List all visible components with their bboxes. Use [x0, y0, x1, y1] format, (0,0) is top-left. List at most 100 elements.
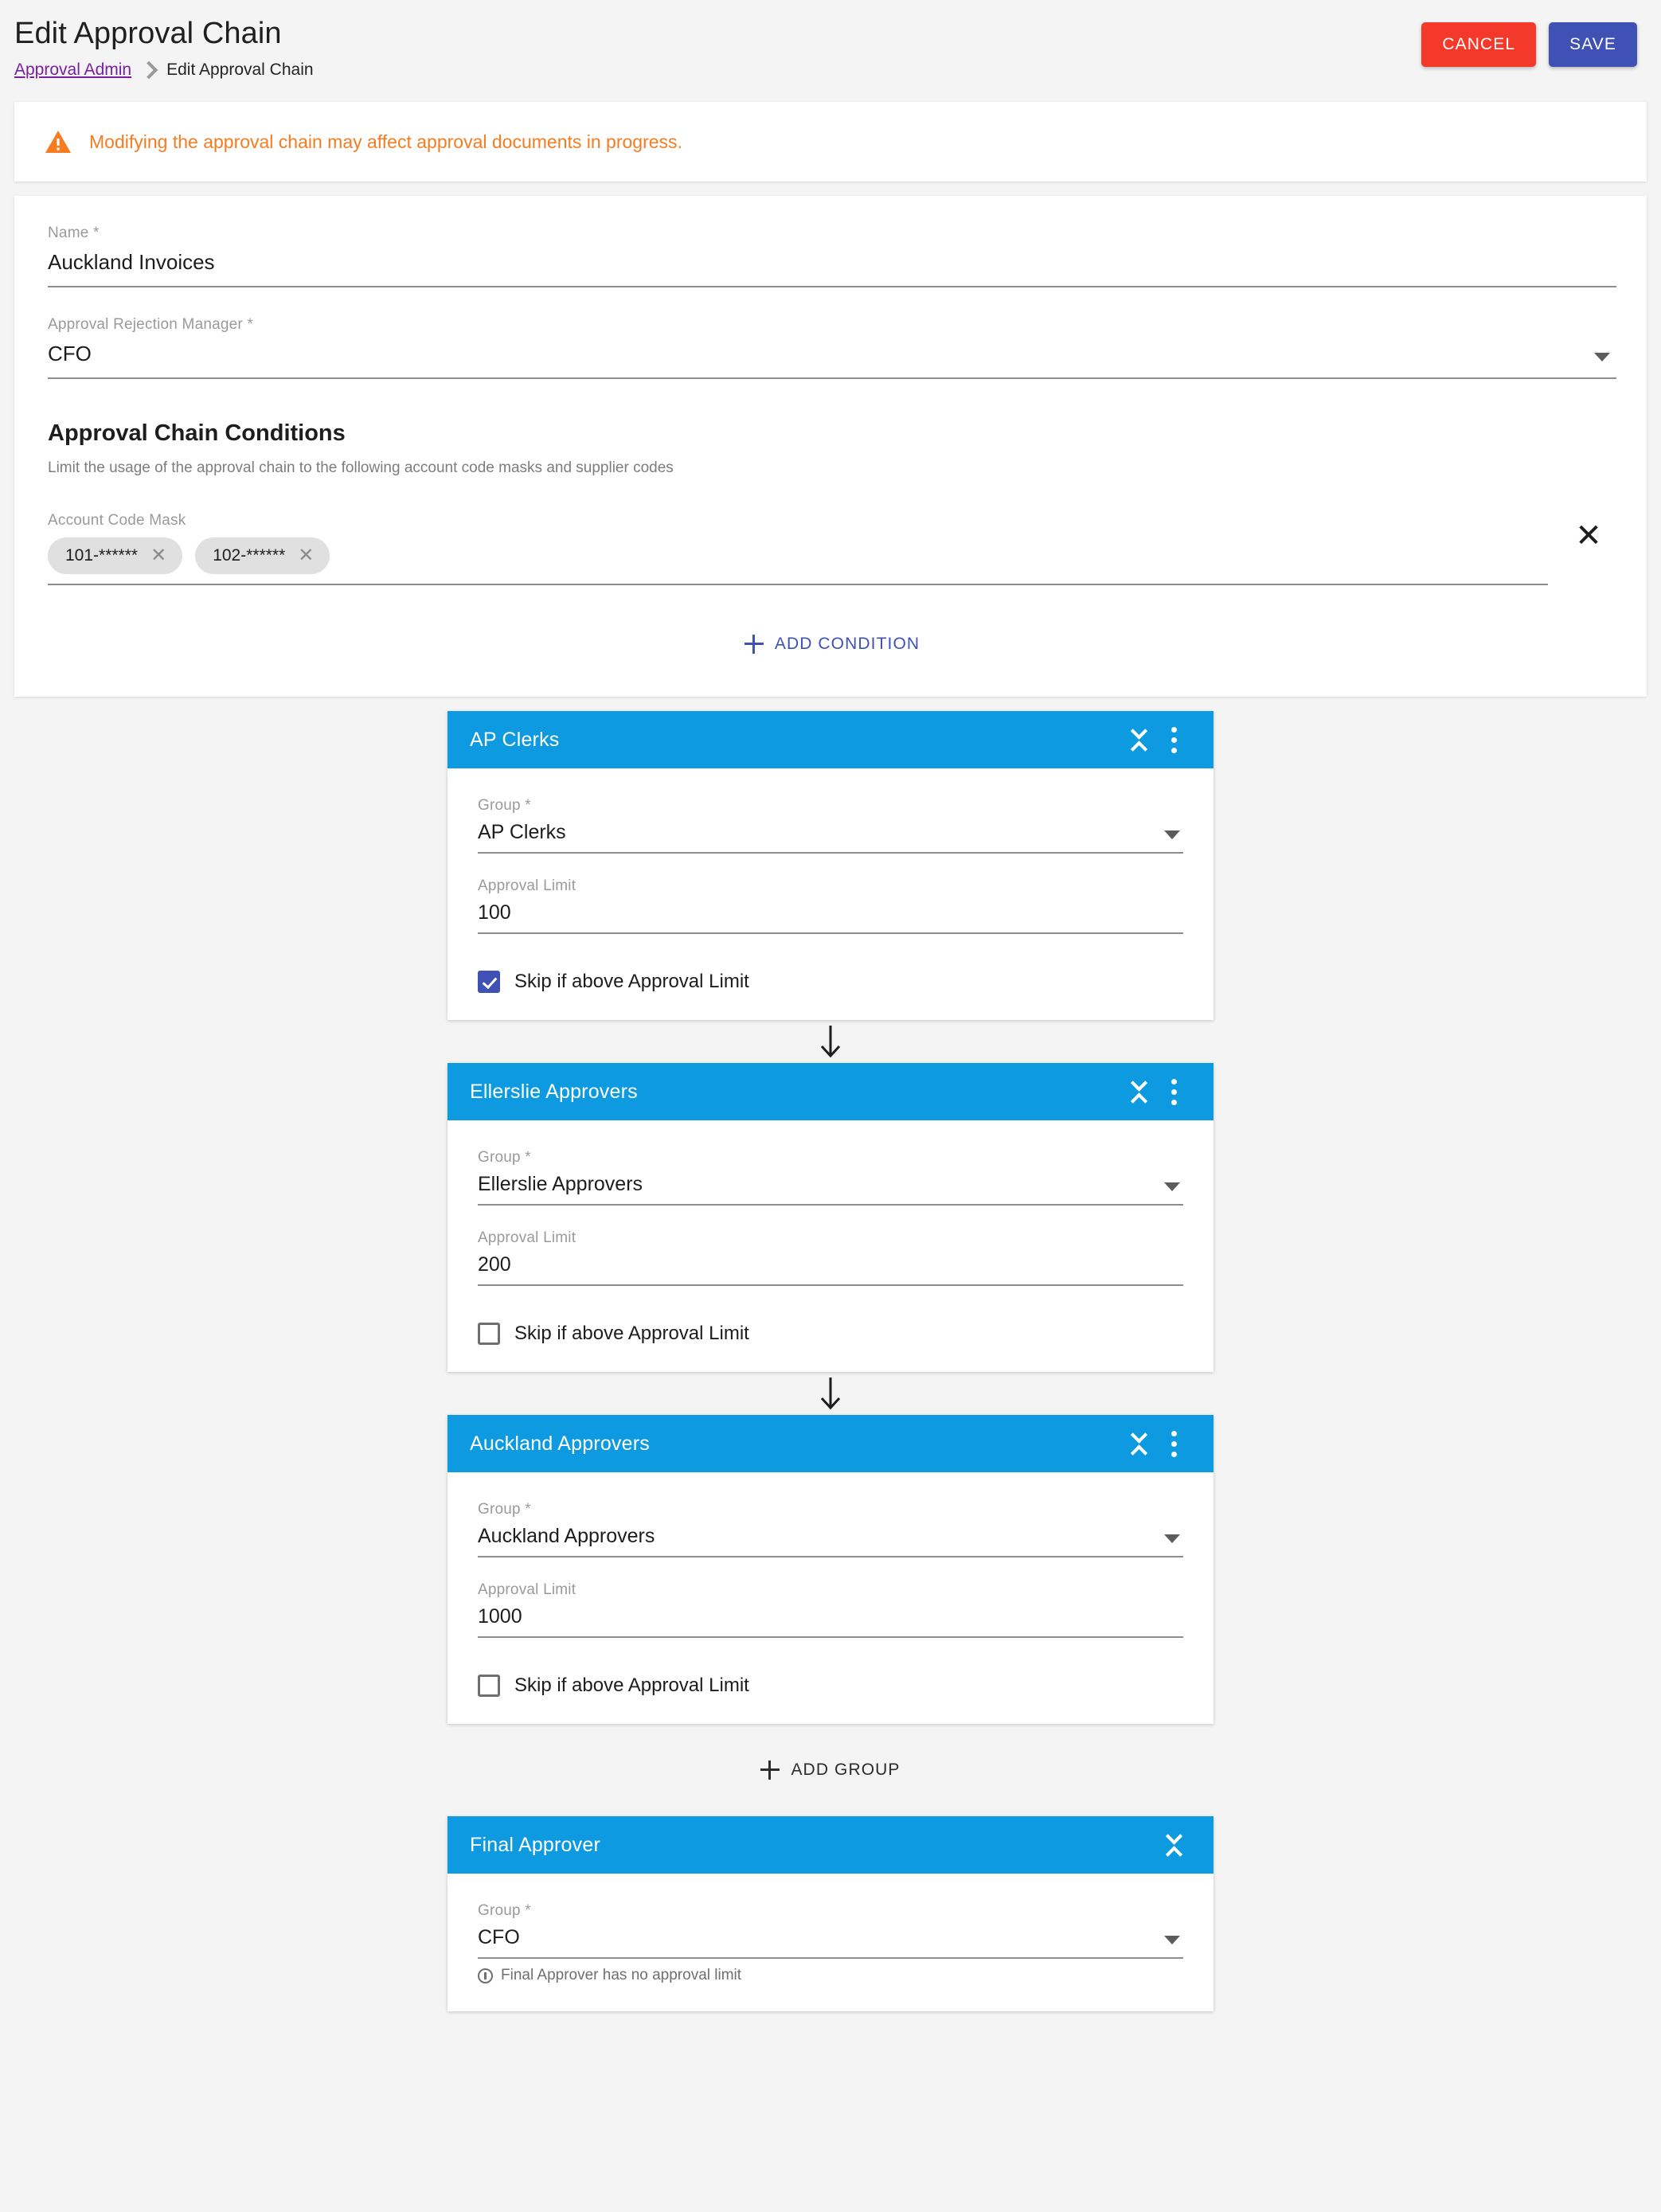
- rejection-manager-label: Approval Rejection Manager *: [48, 316, 254, 333]
- final-approver-card-body: Group * CFO Final Approver has no approv…: [447, 1874, 1214, 2011]
- header-actions: CANCEL SAVE: [1421, 22, 1637, 67]
- approval-limit-field-wrapper: Approval Limit 200: [478, 1229, 1183, 1286]
- skip-above-limit-row[interactable]: Skip if above Approval Limit: [478, 971, 1183, 993]
- approval-group-card-body: Group * Ellerslie Approvers Approval Lim…: [447, 1120, 1214, 1372]
- page-title: Edit Approval Chain: [14, 17, 282, 50]
- unfold-less-icon[interactable]: [1121, 1425, 1156, 1462]
- final-approver-hint: Final Approver has no approval limit: [478, 1967, 1183, 1984]
- unfold-less-icon[interactable]: [1156, 1827, 1191, 1863]
- chip[interactable]: 102-****** ✕: [195, 537, 330, 574]
- chip-label: 102-******: [213, 546, 286, 565]
- caret-down-icon[interactable]: [1164, 830, 1180, 839]
- add-condition-label: ADD CONDITION: [774, 635, 920, 653]
- approval-chain-list: AP Clerks Group * AP Clerks Approval Lim…: [0, 711, 1661, 2011]
- account-code-mask-input[interactable]: 101-****** ✕ 102-****** ✕: [48, 537, 1548, 585]
- rejection-manager-select[interactable]: CFO: [48, 342, 1616, 379]
- approval-group-card: Auckland Approvers Group * Auckland Appr…: [447, 1415, 1214, 1724]
- approval-chain-form: Name * Auckland Invoices Approval Reject…: [14, 196, 1647, 697]
- group-select[interactable]: Auckland Approvers: [478, 1525, 1183, 1557]
- final-approver-card: Final Approver Group * CFO Final Approve…: [447, 1816, 1214, 2011]
- skip-above-limit-row[interactable]: Skip if above Approval Limit: [478, 1675, 1183, 1697]
- skip-above-limit-checkbox[interactable]: [478, 971, 500, 993]
- final-approver-card-header: Final Approver: [447, 1816, 1214, 1874]
- chip[interactable]: 101-****** ✕: [48, 537, 183, 574]
- group-select[interactable]: Ellerslie Approvers: [478, 1173, 1183, 1206]
- add-group-label: ADD GROUP: [791, 1761, 901, 1779]
- warning-triangle-icon: [45, 130, 72, 154]
- final-approver-group-label: Group *: [478, 1902, 531, 1919]
- account-code-mask-field: Account Code Mask 101-****** ✕ 102-*****…: [48, 512, 1548, 585]
- approval-group-card-title: Auckland Approvers: [470, 1432, 650, 1455]
- final-approver-hint-text: Final Approver has no approval limit: [501, 1967, 742, 1983]
- save-button[interactable]: SAVE: [1549, 22, 1637, 67]
- chain-connector: [817, 1020, 844, 1063]
- name-field-wrapper: Name * Auckland Invoices: [48, 225, 1616, 287]
- add-group-button[interactable]: ADD GROUP: [749, 1753, 911, 1788]
- caret-down-icon[interactable]: [1164, 1534, 1180, 1543]
- approval-limit-input[interactable]: 100: [478, 901, 1183, 934]
- more-vertical-icon[interactable]: [1156, 1426, 1191, 1461]
- group-field-label: Group *: [478, 797, 531, 814]
- breadcrumb: Approval Admin Edit Approval Chain: [14, 61, 1637, 80]
- rejection-manager-field-wrapper: Approval Rejection Manager * CFO: [48, 316, 1616, 379]
- approval-group-card-body: Group * AP Clerks Approval Limit 100 Ski…: [447, 768, 1214, 1020]
- approval-group-card-header: AP Clerks: [447, 711, 1214, 768]
- close-icon[interactable]: ✕: [150, 546, 166, 565]
- account-code-mask-label: Account Code Mask: [48, 512, 186, 529]
- skip-above-limit-label: Skip if above Approval Limit: [514, 1323, 749, 1344]
- caret-down-icon[interactable]: [1594, 353, 1610, 362]
- unfold-less-icon[interactable]: [1121, 1073, 1156, 1110]
- chip-label: 101-******: [65, 546, 139, 565]
- skip-above-limit-row[interactable]: Skip if above Approval Limit: [478, 1323, 1183, 1345]
- page-header: Edit Approval Chain Approval Admin Edit …: [0, 0, 1661, 102]
- approval-limit-input[interactable]: 1000: [478, 1605, 1183, 1638]
- final-approver-card-title: Final Approver: [470, 1833, 600, 1856]
- plus-icon: [760, 1761, 780, 1780]
- conditions-heading: Approval Chain Conditions: [48, 420, 346, 446]
- add-group-row: ADD GROUP: [0, 1753, 1661, 1788]
- approval-group-card: Ellerslie Approvers Group * Ellerslie Ap…: [447, 1063, 1214, 1372]
- skip-above-limit-label: Skip if above Approval Limit: [514, 1675, 749, 1696]
- more-vertical-icon[interactable]: [1156, 1074, 1191, 1109]
- caret-down-icon[interactable]: [1164, 1936, 1180, 1944]
- approval-group-card-header: Auckland Approvers: [447, 1415, 1214, 1472]
- breadcrumb-link-approval-admin[interactable]: Approval Admin: [14, 61, 131, 80]
- skip-above-limit-checkbox[interactable]: [478, 1323, 500, 1345]
- add-condition-button[interactable]: ADD CONDITION: [733, 627, 931, 662]
- caret-down-icon[interactable]: [1164, 1182, 1180, 1191]
- chain-connector: [817, 1372, 844, 1415]
- cancel-button[interactable]: CANCEL: [1421, 22, 1537, 67]
- conditions-description: Limit the usage of the approval chain to…: [48, 459, 674, 476]
- more-vertical-icon[interactable]: [1156, 722, 1191, 757]
- approval-group-card-body: Group * Auckland Approvers Approval Limi…: [447, 1472, 1214, 1724]
- approval-chain-page: Edit Approval Chain Approval Admin Edit …: [0, 0, 1661, 2212]
- approval-limit-field-wrapper: Approval Limit 100: [478, 877, 1183, 934]
- approval-limit-input[interactable]: 200: [478, 1253, 1183, 1286]
- close-icon[interactable]: ✕: [298, 546, 314, 565]
- skip-above-limit-checkbox[interactable]: [478, 1675, 500, 1697]
- name-field-label: Name *: [48, 225, 100, 241]
- approval-limit-label: Approval Limit: [478, 1581, 576, 1598]
- group-field-label: Group *: [478, 1501, 531, 1518]
- chevron-right-icon: [139, 61, 158, 80]
- approval-limit-label: Approval Limit: [478, 877, 576, 894]
- group-select[interactable]: AP Clerks: [478, 821, 1183, 854]
- final-approver-group-select[interactable]: CFO: [478, 1926, 1183, 1959]
- breadcrumb-current: Edit Approval Chain: [166, 61, 314, 79]
- delete-condition-button[interactable]: ✕: [1561, 512, 1616, 560]
- approval-group-card-title: Ellerslie Approvers: [470, 1080, 638, 1103]
- group-field-wrapper: Group * Ellerslie Approvers: [478, 1149, 1183, 1206]
- arrow-down-icon: [820, 1026, 841, 1058]
- group-field-label: Group *: [478, 1149, 531, 1166]
- unfold-less-icon[interactable]: [1121, 721, 1156, 758]
- warning-text: Modifying the approval chain may affect …: [89, 131, 682, 152]
- group-field-wrapper: Group * AP Clerks: [478, 797, 1183, 854]
- info-icon: [478, 1968, 493, 1983]
- approval-group-card-header: Ellerslie Approvers: [447, 1063, 1214, 1120]
- skip-above-limit-label: Skip if above Approval Limit: [514, 971, 749, 992]
- name-input[interactable]: Auckland Invoices: [48, 250, 1616, 287]
- approval-group-card-title: AP Clerks: [470, 728, 560, 751]
- final-approver-group-field-wrapper: Group * CFO: [478, 1902, 1183, 1959]
- plus-icon: [744, 635, 764, 654]
- add-condition-row: ADD CONDITION: [48, 627, 1616, 662]
